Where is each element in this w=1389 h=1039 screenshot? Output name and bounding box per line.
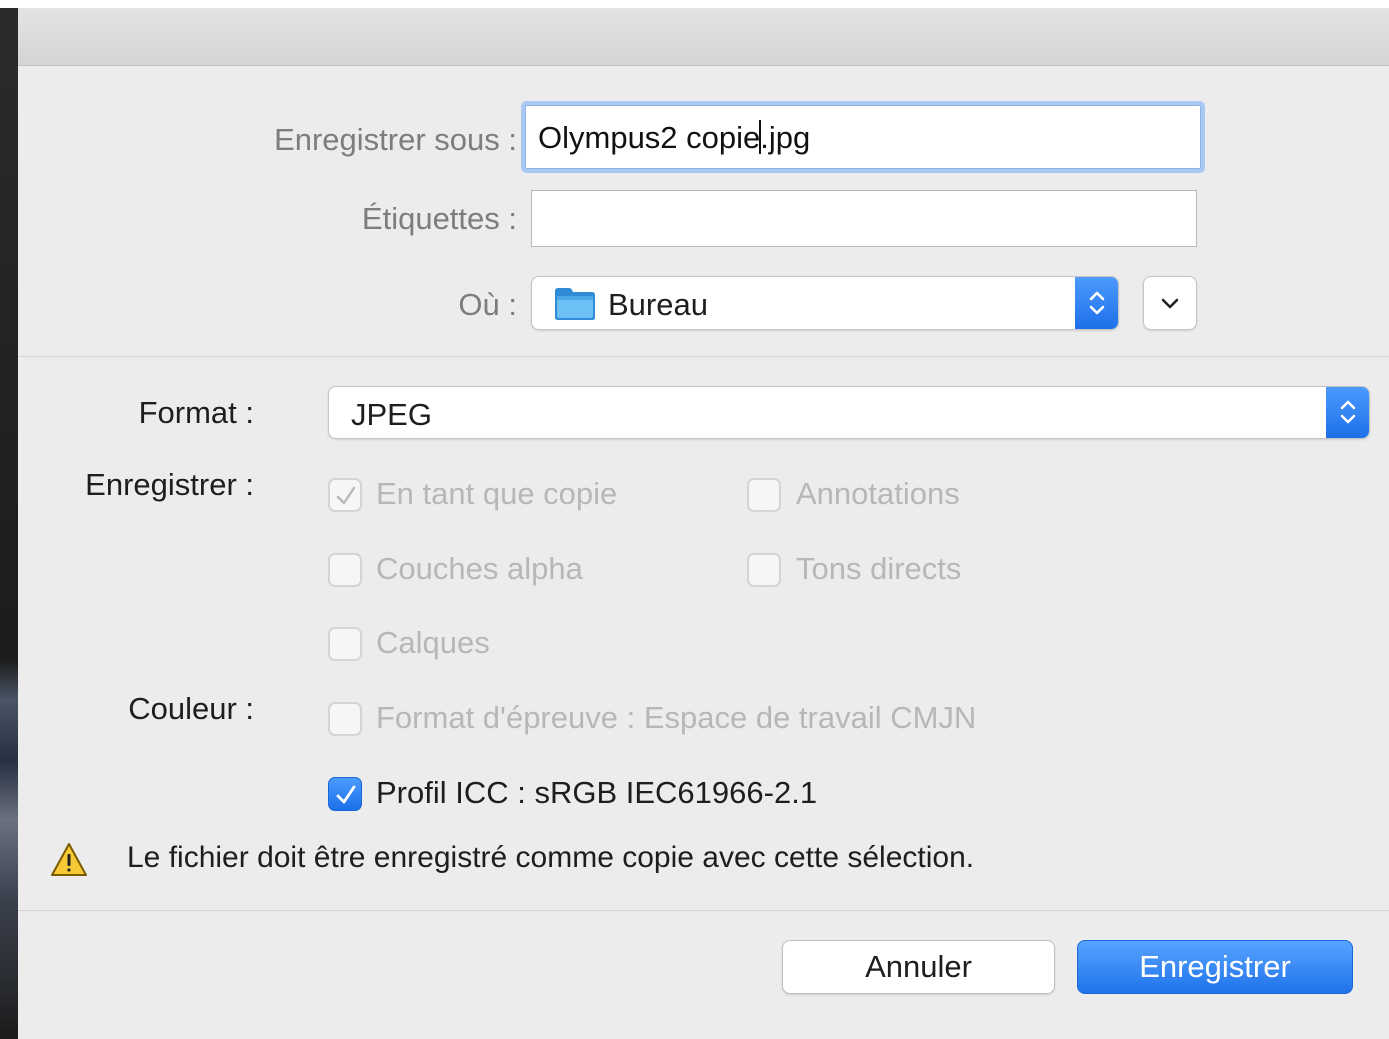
warning-message: Le fichier doit être enregistré comme co… [127,841,975,874]
format-stepper [1326,387,1369,438]
layers-checkbox[interactable] [328,627,362,661]
filename-field[interactable]: Olympus2 copie.jpg [525,105,1201,169]
screen: Enregistrer sous : Olympus2 copie.jpg Ét… [0,0,1389,1039]
expand-browser-button[interactable] [1143,276,1197,330]
proof-setup-label: Format d'épreuve : Espace de travail CMJ… [376,700,977,735]
dialog-titlebar [18,8,1389,66]
separator-bottom [18,910,1389,911]
separator-top [18,356,1389,357]
save-as-label: Enregistrer sous : [274,122,517,157]
tags-field[interactable] [531,190,1197,247]
where-label: Où : [458,287,517,322]
location-value: Bureau [608,287,708,322]
save-dialog: Enregistrer sous : Olympus2 copie.jpg Ét… [18,8,1389,1039]
color-label: Couleur : [128,691,254,726]
proof-setup-checkbox[interactable] [328,702,362,736]
filename-text-after-caret: .jpg [760,120,811,155]
format-popup[interactable]: JPEG [328,386,1370,439]
location-popup[interactable]: Bureau [531,276,1119,330]
as-copy-checkbox[interactable] [328,478,362,512]
alpha-channels-checkbox[interactable] [328,553,362,587]
as-copy-label: En tant que copie [376,476,618,511]
cancel-button[interactable]: Annuler [782,940,1055,994]
save-options-label: Enregistrer : [85,467,254,502]
text-caret [759,119,762,154]
background-window-edge [0,0,18,1039]
format-label: Format : [138,395,254,430]
spot-colors-checkbox[interactable] [747,553,781,587]
icc-profile-label: Profil ICC : sRGB IEC61966-2.1 [376,775,818,810]
checkmark-icon [336,785,356,804]
checkmark-icon [336,486,356,505]
warning-icon [50,842,88,883]
chevron-up-down-icon [1089,291,1105,315]
location-stepper [1075,277,1118,329]
folder-icon [554,287,596,326]
format-value: JPEG [351,397,432,432]
save-button[interactable]: Enregistrer [1077,940,1353,994]
annotations-checkbox[interactable] [747,478,781,512]
tags-label: Étiquettes : [361,201,517,236]
annotations-label: Annotations [796,476,960,511]
icc-profile-checkbox[interactable] [328,777,362,811]
spot-colors-label: Tons directs [796,551,962,586]
alpha-channels-label: Couches alpha [376,551,583,586]
filename-text-before-caret: Olympus2 copie [538,120,761,155]
layers-label: Calques [376,625,490,660]
chevron-down-icon [1161,298,1179,309]
chevron-up-down-icon [1340,400,1356,424]
